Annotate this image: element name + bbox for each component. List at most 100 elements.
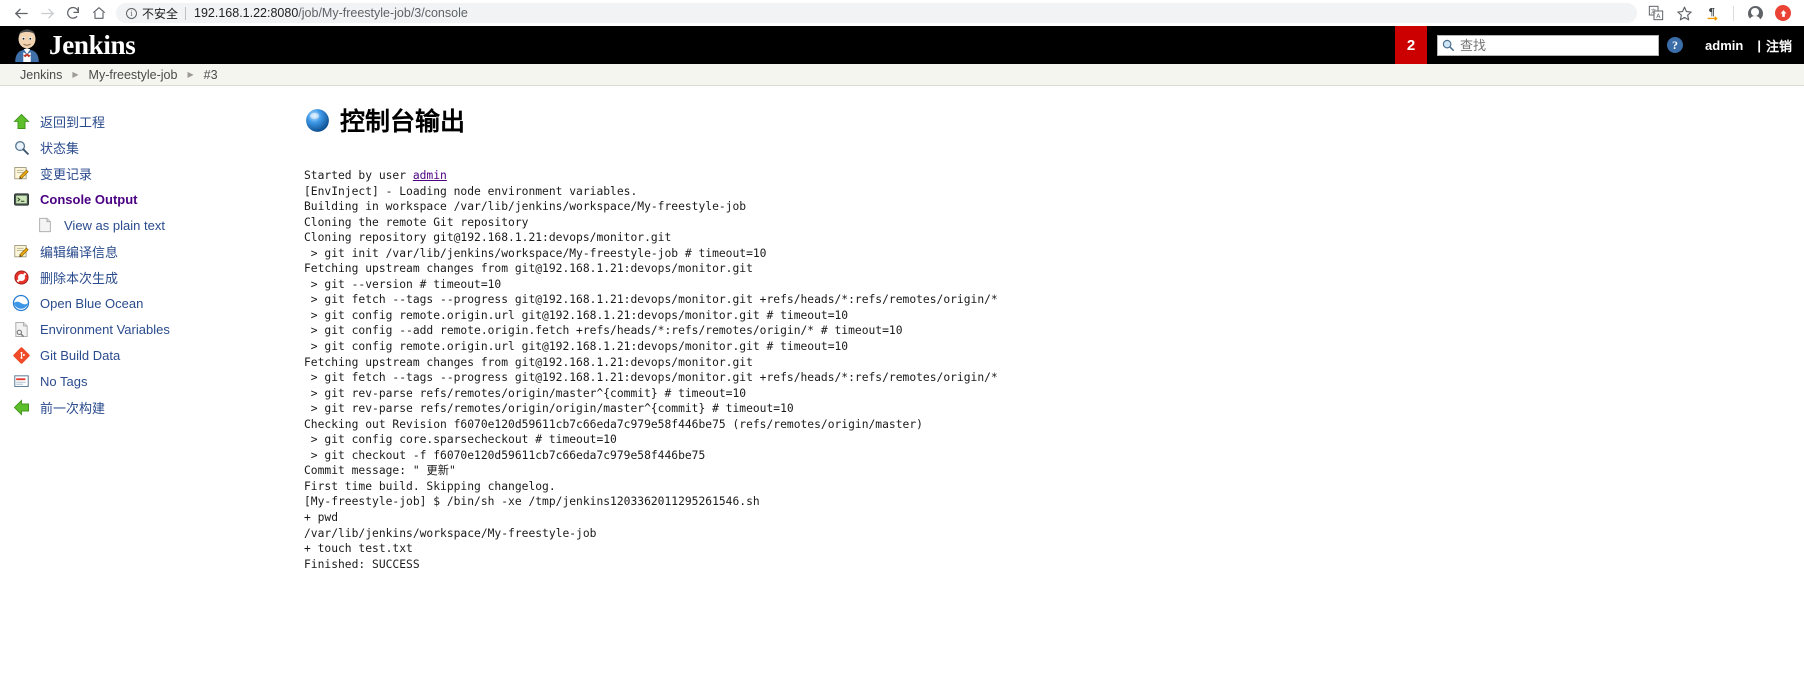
console-log-line: Checking out Revision f6070e120d59611cb7… [304,417,923,431]
arrow-left-icon [14,8,28,18]
bookmark-button[interactable] [1671,1,1697,25]
prev-build-icon [12,398,30,416]
back-button[interactable] [8,1,34,25]
sidebar-item-git-build-data[interactable]: Git Build Data [0,342,290,368]
current-user-label[interactable]: admin [1705,38,1743,53]
sidebar-label: Console Output [40,191,138,207]
console-log-line: + pwd [304,511,339,525]
console-log-line: > git fetch --tags --progress git@192.16… [304,293,998,307]
breadcrumb-item-jenkins[interactable]: Jenkins [12,68,70,82]
console-log: Started by user admin [EnvInject] - Loadi… [304,168,1804,572]
console-log-line: > git --version # timeout=10 [304,277,502,291]
console-log-line: Fetching upstream changes from git@192.1… [304,262,753,276]
chevron-right-icon: ▶ [187,69,194,79]
address-bar[interactable]: i 不安全 192.168.1.22:8080/job/My-freestyle… [116,3,1637,23]
console-log-line: [My-freestyle-job] $ /bin/sh -xe /tmp/je… [304,495,760,509]
sidebar-item-no-tags[interactable]: No Tags [0,368,290,394]
breadcrumb-item-build[interactable]: #3 [196,68,226,82]
translate-button[interactable]: A 文 [1643,1,1669,25]
git-icon [12,346,30,364]
site-info-icon[interactable]: i [126,7,137,19]
header-right-area: 2 ? admin | 注销 [1395,26,1804,64]
sidebar: 返回到工程 状态集 变更记录 Console Output View as pl… [0,86,290,699]
env-vars-icon [12,320,30,338]
blue-ocean-icon [12,294,30,312]
console-log-line: Started by user admin [304,169,447,182]
console-log-line: /var/lib/jenkins/workspace/My-freestyle-… [304,526,597,540]
tag-icon [12,372,30,390]
sidebar-item-changes[interactable]: 变更记录 [0,160,290,186]
url-text: 192.168.1.22:8080/job/My-freestyle-job/3… [194,6,468,20]
jenkins-header: Jenkins 2 ? admin | 注销 [0,26,1804,64]
console-log-line: > git config --add remote.origin.fetch +… [304,324,903,338]
breadcrumb: Jenkins ▶ My-freestyle-job ▶ #3 [0,64,1804,86]
console-log-line: > git config core.sparsecheckout # timeo… [304,433,617,447]
sidebar-label: 变更记录 [40,166,93,182]
edit-icon [12,242,30,260]
reload-button[interactable] [60,1,86,25]
sidebar-item-back-to-project[interactable]: 返回到工程 [0,108,290,134]
main-content: 控制台输出 Started by user admin [EnvInject] -… [290,86,1804,699]
profile-button[interactable] [1742,1,1768,25]
svg-text:文: 文 [1651,7,1657,15]
arrow-right-icon [40,8,54,18]
sidebar-item-edit-build-information[interactable]: 编辑编译信息 [0,238,290,264]
pilcrow-icon: ¶ [1707,5,1718,21]
star-icon [1676,6,1692,20]
delete-icon [12,268,30,286]
console-user-link[interactable]: admin [413,169,447,182]
pilcrow-button[interactable]: ¶ [1699,1,1725,25]
home-button[interactable] [86,1,112,25]
sidebar-item-view-as-plain-text[interactable]: View as plain text [0,212,290,238]
translate-icon: A 文 [1648,5,1664,21]
update-button[interactable] [1770,1,1796,25]
console-log-line: Finished: SUCCESS [304,557,420,571]
breadcrumb-item-job[interactable]: My-freestyle-job [81,68,186,82]
search-input[interactable] [1437,34,1660,56]
page-body: 返回到工程 状态集 变更记录 Console Output View as pl… [0,86,1804,699]
sidebar-label: 返回到工程 [40,114,106,130]
console-log-line: Commit message: " 更新" [304,464,456,478]
console-log-line: Cloning repository git@192.168.1.21:devo… [304,231,672,245]
console-log-line: + touch test.txt [304,542,413,556]
sidebar-item-delete-build[interactable]: 删除本次生成 [0,264,290,290]
toolbar-icons: A 文 ¶ [1643,1,1796,25]
url-host: 192.168.1.22:8080 [194,6,299,20]
sidebar-item-environment-variables[interactable]: Environment Variables [0,316,290,342]
jenkins-butler-icon [15,29,39,62]
sidebar-label: Open Blue Ocean [40,295,144,311]
up-arrow-icon [12,112,30,130]
console-log-line: > git checkout -f f6070e120d59611cb7c66e… [304,448,706,462]
sidebar-label: View as plain text [64,217,165,233]
sidebar-label: 编辑编译信息 [40,244,119,260]
console-log-line: > git rev-parse refs/remotes/origin/mast… [304,386,747,400]
help-icon[interactable]: ? [1667,37,1684,53]
changes-icon [12,164,30,182]
logout-link[interactable]: 注销 [1766,36,1804,55]
sidebar-label: 前一次构建 [40,400,106,416]
console-log-line: [EnvInject] - Loading node environment v… [304,184,638,198]
sidebar-label: No Tags [40,373,88,389]
sidebar-label: 删除本次生成 [40,270,119,286]
console-log-line: Cloning the remote Git repository [304,215,529,229]
jenkins-title: Jenkins [49,29,136,60]
sidebar-item-previous-build[interactable]: 前一次构建 [0,394,290,420]
browser-toolbar: i 不安全 192.168.1.22:8080/job/My-freestyle… [0,0,1804,26]
build-executor-count[interactable]: 2 [1395,26,1428,64]
console-log-line: First time build. Skipping changelog. [304,479,556,493]
sidebar-item-status-set[interactable]: 状态集 [0,134,290,160]
update-badge-icon [1775,5,1791,21]
forward-button[interactable] [34,1,60,25]
console-output-header: 控制台输出 [304,102,1804,138]
magnifier-icon [12,138,30,156]
console-log-line: Building in workspace /var/lib/jenkins/w… [304,200,747,214]
sidebar-item-open-blue-ocean[interactable]: Open Blue Ocean [0,290,290,316]
console-log-line: > git rev-parse refs/remotes/origin/orig… [304,402,794,416]
search-icon [1442,39,1455,51]
sidebar-item-console-output[interactable]: Console Output [0,186,290,212]
svg-text:¶: ¶ [1708,5,1715,18]
console-log-line: > git config remote.origin.url git@192.1… [304,340,849,354]
jenkins-home-link[interactable]: Jenkins [0,28,136,62]
terminal-icon [12,190,30,208]
sidebar-label: Git Build Data [40,347,121,363]
